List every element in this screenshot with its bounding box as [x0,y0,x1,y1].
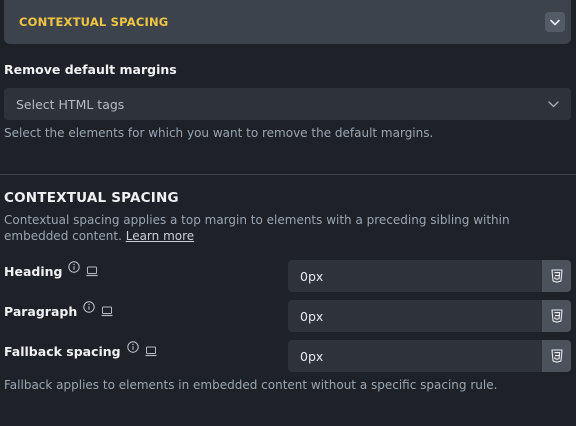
fallback-row-label: Fallback spacing [4,340,157,359]
heading-spacing-control: 0px [288,260,571,292]
info-icon[interactable] [126,340,139,353]
select-placeholder: Select HTML tags [16,96,125,112]
desktop-icon[interactable] [145,346,157,357]
css3-icon [550,269,563,283]
paragraph-spacing-input[interactable]: 0px [288,300,542,332]
section-title: CONTEXTUAL SPACING [4,190,179,206]
paragraph-spacing-control: 0px [288,300,571,332]
section-description: Contextual spacing applies a top margin … [4,212,564,244]
panel-header[interactable]: CONTEXTUAL SPACING [4,0,571,44]
css3-icon [550,309,563,323]
html-tags-select[interactable]: Select HTML tags [4,88,571,120]
css-unit-button[interactable] [542,300,571,332]
chevron-down-icon [550,19,560,25]
heading-spacing-input[interactable]: 0px [288,260,542,292]
css-unit-button[interactable] [542,260,571,292]
css3-icon [550,349,563,363]
fallback-spacing-control: 0px [288,340,571,372]
fallback-help: Fallback applies to elements in embedded… [4,378,498,392]
paragraph-row-label: Paragraph [4,300,113,319]
remove-margins-help: Select the elements for which you want t… [4,126,434,140]
css-unit-button[interactable] [542,340,571,372]
heading-row-label: Heading [4,260,98,279]
chevron-down-icon [548,100,559,107]
desktop-icon[interactable] [86,266,98,277]
heading-label: Heading [4,264,63,279]
fallback-spacing-input[interactable]: 0px [288,340,542,372]
collapse-button[interactable] [545,12,565,32]
learn-more-link[interactable]: Learn more [126,229,194,243]
info-icon[interactable] [68,260,81,273]
paragraph-label: Paragraph [4,304,78,319]
desktop-icon[interactable] [101,306,113,317]
info-icon[interactable] [83,300,95,313]
panel-title: CONTEXTUAL SPACING [19,15,169,29]
fallback-label: Fallback spacing [4,344,121,359]
divider [0,174,576,175]
remove-margins-label: Remove default margins [4,62,177,77]
description-text: Contextual spacing applies a top margin … [4,213,510,243]
